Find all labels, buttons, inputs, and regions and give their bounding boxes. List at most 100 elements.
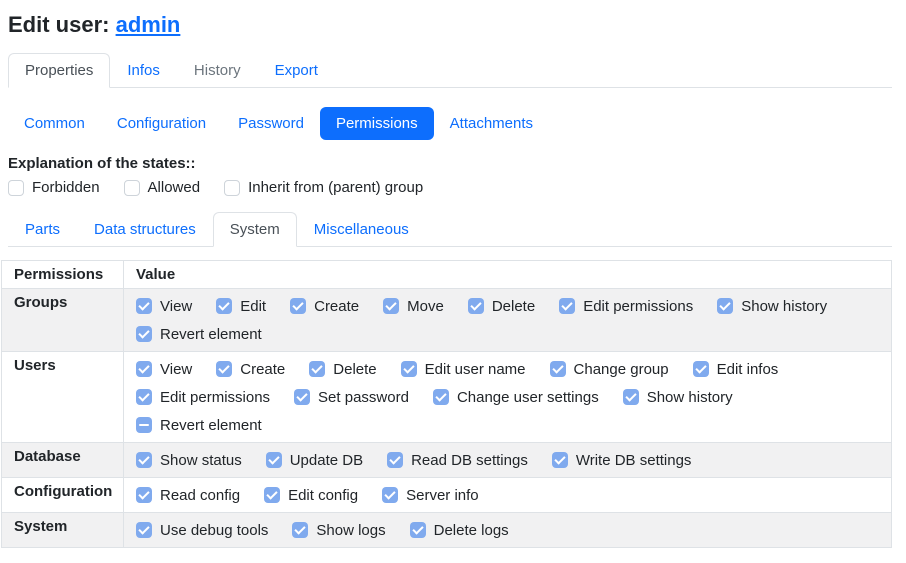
checkbox-checked-icon[interactable] (717, 298, 733, 314)
checkbox-checked-icon[interactable] (264, 487, 280, 503)
permission-item-delete: Delete (468, 298, 535, 315)
permission-label: Edit permissions (583, 298, 693, 315)
checkbox-checked-icon[interactable] (468, 298, 484, 314)
sub-tab-password[interactable]: Password (222, 107, 320, 140)
checkbox-checked-icon[interactable] (382, 487, 398, 503)
checkbox-checked-icon[interactable] (550, 361, 566, 377)
page-title: Edit user: admin (8, 12, 892, 38)
permission-label: Delete (333, 361, 376, 378)
checkbox-checked-icon[interactable] (401, 361, 417, 377)
table-row-database: DatabaseShow statusUpdate DBRead DB sett… (2, 443, 892, 478)
permission-label: Server info (406, 487, 479, 504)
checkbox-checked-icon[interactable] (266, 452, 282, 468)
sub-tabs: CommonConfigurationPasswordPermissionsAt… (8, 107, 892, 140)
permission-label: Read DB settings (411, 452, 528, 469)
sub-tab-common[interactable]: Common (8, 107, 101, 140)
page-title-prefix: Edit user: (8, 12, 116, 37)
table-header-row: Permissions Value (2, 261, 892, 289)
check-label: Allowed (148, 179, 201, 196)
permission-line: ViewCreateDeleteEdit user nameChange gro… (136, 357, 879, 381)
row-value-cell: ViewCreateDeleteEdit user nameChange gro… (124, 352, 892, 443)
row-value-cell: Use debug toolsShow logsDelete logs (124, 513, 892, 548)
checkbox-checked-icon[interactable] (410, 522, 426, 538)
section-tab-data-structures[interactable]: Data structures (77, 212, 213, 247)
permission-item-edit-permissions: Edit permissions (136, 389, 270, 406)
edited-user-link[interactable]: admin (116, 12, 181, 37)
main-tab-infos[interactable]: Infos (110, 53, 177, 88)
permission-label: Delete (492, 298, 535, 315)
section-tab-parts[interactable]: Parts (8, 212, 77, 247)
permission-label: View (160, 298, 192, 315)
permission-label: Use debug tools (160, 522, 268, 539)
permission-item-edit-permissions: Edit permissions (559, 298, 693, 315)
row-value-cell: Show status Update DB Read DB settings Writ… (124, 443, 892, 478)
permission-line: Use debug toolsShow logsDelete logs (136, 518, 879, 542)
checkbox-unchecked-icon[interactable] (224, 180, 240, 196)
permission-item-edit-infos: Edit infos (693, 361, 779, 378)
legend-row: ForbiddenAllowedInherit from (parent) gr… (8, 179, 892, 196)
sub-tab-configuration[interactable]: Configuration (101, 107, 222, 140)
permission-label: Change group (574, 361, 669, 378)
permission-label: Change user settings (457, 389, 599, 406)
checkbox-checked-icon[interactable] (136, 389, 152, 405)
checkbox-checked-icon[interactable] (294, 389, 310, 405)
checkbox-unchecked-icon[interactable] (8, 180, 24, 196)
checkbox-checked-icon[interactable] (216, 298, 232, 314)
checkbox-checked-icon[interactable] (309, 361, 325, 377)
permission-line: Read configEdit configServer info (136, 483, 879, 507)
checkbox-checked-icon[interactable] (136, 487, 152, 503)
legend-item-forbidden: Forbidden (8, 179, 100, 196)
section-tab-system[interactable]: System (213, 212, 297, 247)
checkbox-checked-icon[interactable] (136, 361, 152, 377)
checkbox-checked-icon[interactable] (387, 452, 403, 468)
checkbox-indeterminate-icon[interactable] (136, 417, 152, 433)
permission-label: Show status (160, 452, 242, 469)
permission-label: Revert element (160, 326, 262, 343)
permission-item-use-debug-tools: Use debug tools (136, 522, 268, 539)
checkbox-checked-icon[interactable] (433, 389, 449, 405)
column-header-value: Value (124, 261, 892, 289)
sub-tab-permissions[interactable]: Permissions (320, 107, 434, 140)
checkbox-checked-icon[interactable] (136, 452, 152, 468)
checkbox-checked-icon[interactable] (136, 298, 152, 314)
checkbox-checked-icon[interactable] (623, 389, 639, 405)
permission-label: Write DB settings (576, 452, 692, 469)
checkbox-checked-icon[interactable] (290, 298, 306, 314)
permission-label: Edit user name (425, 361, 526, 378)
checkbox-checked-icon[interactable] (383, 298, 399, 314)
permission-item-view: View (136, 298, 192, 315)
checkbox-checked-icon[interactable] (216, 361, 232, 377)
legend-item-allowed: Allowed (124, 179, 201, 196)
permission-item-revert-element: Revert element (136, 326, 262, 343)
table-row-groups: GroupsViewEditCreateMoveDeleteEdit permi… (2, 289, 892, 352)
checkbox-unchecked-icon[interactable] (124, 180, 140, 196)
permission-line: Edit permissions Set password Change user … (136, 385, 879, 409)
main-tab-history[interactable]: History (177, 53, 258, 88)
permission-item-delete: Delete (309, 361, 376, 378)
checkbox-checked-icon[interactable] (136, 326, 152, 342)
permission-item-change-group: Change group (550, 361, 669, 378)
checkbox-checked-icon[interactable] (693, 361, 709, 377)
row-label: System (2, 513, 124, 548)
row-label: Configuration (2, 478, 124, 513)
table-row-configuration: Configuration Read configEdit configServe… (2, 478, 892, 513)
permission-line: Show status Update DB Read DB settings Writ… (136, 448, 879, 472)
checkbox-checked-icon[interactable] (292, 522, 308, 538)
main-tabs: PropertiesInfosHistoryExport (8, 53, 892, 88)
main-tab-export[interactable]: Export (258, 53, 335, 88)
permission-item-show-history: Show history (717, 298, 827, 315)
sub-tab-attachments[interactable]: Attachments (434, 107, 549, 140)
section-tab-miscellaneous[interactable]: Miscellaneous (297, 212, 426, 247)
permission-line: Revert element (136, 322, 879, 346)
permission-label: Create (240, 361, 285, 378)
checkbox-checked-icon[interactable] (559, 298, 575, 314)
permission-label: Delete logs (434, 522, 509, 539)
permission-label: Edit infos (717, 361, 779, 378)
main-tab-properties[interactable]: Properties (8, 53, 110, 88)
permission-item-create: Create (290, 298, 359, 315)
permission-item-update-db: Update DB (266, 452, 363, 469)
permission-item-set-password: Set password (294, 389, 409, 406)
checkbox-checked-icon[interactable] (136, 522, 152, 538)
checkbox-checked-icon[interactable] (552, 452, 568, 468)
permission-line: ViewEditCreateMoveDeleteEdit permissions… (136, 294, 879, 318)
